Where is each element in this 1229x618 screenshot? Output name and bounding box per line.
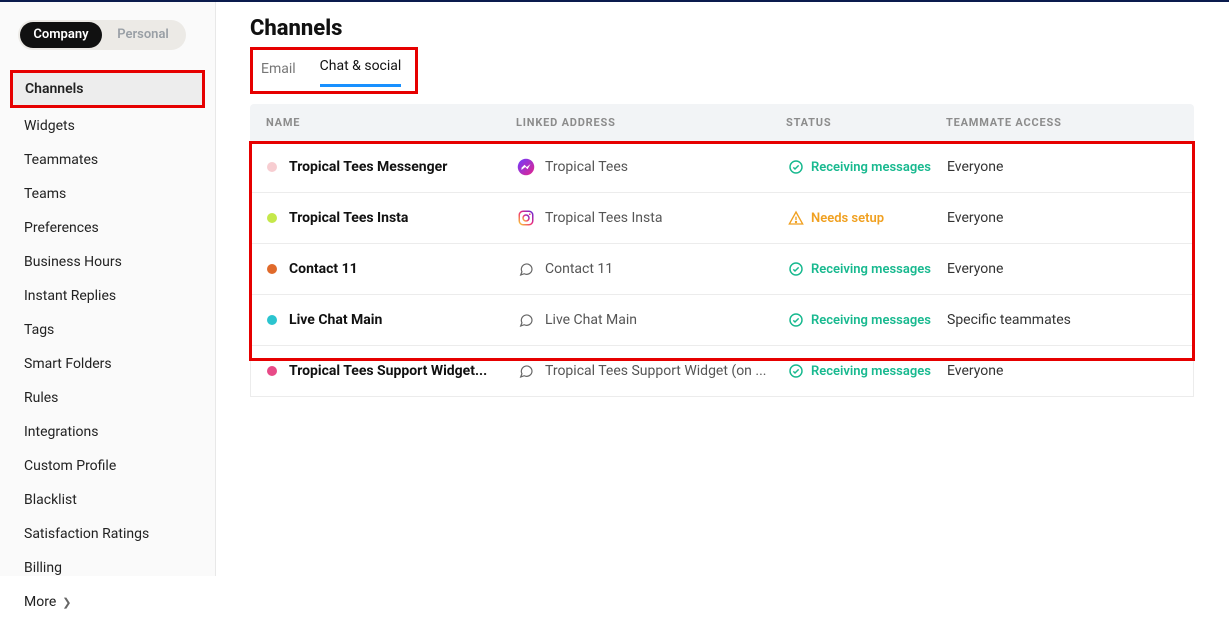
status-cell: Needs setup	[787, 209, 947, 227]
sidebar-item-preferences[interactable]: Preferences	[12, 212, 203, 244]
access-cell: Everyone	[947, 261, 1177, 277]
channel-name: Tropical Tees Messenger	[289, 159, 447, 175]
color-dot	[267, 213, 277, 223]
tab-email[interactable]: Email	[261, 61, 296, 87]
linked-cell: Tropical Tees Support Widget (on ...	[517, 362, 787, 380]
check-circle-icon	[787, 260, 805, 278]
linked-address: Tropical Tees Support Widget (on ...	[545, 363, 766, 379]
check-circle-icon	[787, 362, 805, 380]
access-cell: Everyone	[947, 210, 1177, 226]
tab-chat-social[interactable]: Chat & social	[320, 58, 402, 87]
status-cell: Receiving messages	[787, 362, 947, 380]
linked-address: Contact 11	[545, 261, 613, 277]
linked-cell: Tropical Tees	[517, 158, 787, 176]
status-text: Receiving messages	[811, 262, 931, 277]
sidebar-item-smart-folders[interactable]: Smart Folders	[12, 348, 203, 380]
tabs-highlight: Email Chat & social	[250, 47, 418, 94]
table-row[interactable]: Tropical Tees Messenger Tropical Tees Re…	[251, 141, 1193, 192]
page-title: Channels	[250, 16, 1201, 41]
sidebar-item-billing[interactable]: Billing	[12, 552, 203, 584]
access-cell: Everyone	[947, 363, 1177, 379]
status-cell: Receiving messages	[787, 158, 947, 176]
sidebar-item-rules[interactable]: Rules	[12, 382, 203, 414]
linked-cell: Contact 11	[517, 260, 787, 278]
channel-name: Tropical Tees Insta	[289, 210, 408, 226]
color-dot	[267, 162, 277, 172]
status-text: Receiving messages	[811, 364, 931, 379]
linked-address: Tropical Tees Insta	[545, 210, 662, 226]
col-name: NAME	[266, 116, 516, 129]
toggle-company[interactable]: Company	[20, 22, 102, 48]
col-status: STATUS	[786, 116, 946, 129]
col-access: TEAMMATE ACCESS	[946, 116, 1178, 129]
name-cell: Tropical Tees Support Widget...	[267, 363, 517, 379]
sidebar-item-channels[interactable]: Channels	[13, 73, 202, 105]
sidebar-item-label: More	[24, 594, 56, 610]
warning-triangle-icon	[787, 209, 805, 227]
access-cell: Everyone	[947, 159, 1177, 175]
chat-bubble-icon	[517, 362, 535, 380]
linked-cell: Live Chat Main	[517, 311, 787, 329]
color-dot	[267, 315, 277, 325]
status-cell: Receiving messages	[787, 260, 947, 278]
channels-table: NAME LINKED ADDRESS STATUS TEAMMATE ACCE…	[250, 104, 1194, 397]
color-dot	[267, 264, 277, 274]
table-row[interactable]: Contact 11 Contact 11 Receiving messages	[251, 243, 1193, 294]
table-row[interactable]: Live Chat Main Live Chat Main Receiving …	[251, 294, 1193, 345]
sidebar-item-more[interactable]: More ❯	[12, 586, 203, 618]
name-cell: Contact 11	[267, 261, 517, 277]
check-circle-icon	[787, 311, 805, 329]
sidebar-item-tags[interactable]: Tags	[12, 314, 203, 346]
status-text: Needs setup	[811, 211, 884, 226]
sidebar-item-satisfaction-ratings[interactable]: Satisfaction Ratings	[12, 518, 203, 550]
name-cell: Tropical Tees Insta	[267, 210, 517, 226]
linked-address: Live Chat Main	[545, 312, 637, 328]
col-linked: LINKED ADDRESS	[516, 116, 786, 129]
chevron-right-icon: ❯	[62, 596, 71, 609]
linked-address: Tropical Tees	[545, 159, 628, 175]
sidebar: Company Personal Channels Widgets Teamma…	[0, 2, 216, 576]
tabs: Email Chat & social	[253, 50, 415, 91]
name-cell: Live Chat Main	[267, 312, 517, 328]
status-text: Receiving messages	[811, 313, 931, 328]
sidebar-item-teams[interactable]: Teams	[12, 178, 203, 210]
name-cell: Tropical Tees Messenger	[267, 159, 517, 175]
chat-bubble-icon	[517, 260, 535, 278]
sidebar-item-integrations[interactable]: Integrations	[12, 416, 203, 448]
toggle-personal[interactable]: Personal	[102, 22, 184, 48]
sidebar-item-instant-replies[interactable]: Instant Replies	[12, 280, 203, 312]
channel-name: Contact 11	[289, 261, 358, 277]
status-cell: Receiving messages	[787, 311, 947, 329]
check-circle-icon	[787, 158, 805, 176]
table-row[interactable]: Tropical Tees Insta Tropical Tees Insta …	[251, 192, 1193, 243]
sidebar-item-custom-profile[interactable]: Custom Profile	[12, 450, 203, 482]
chat-bubble-icon	[517, 311, 535, 329]
sidebar-item-teammates[interactable]: Teammates	[12, 144, 203, 176]
color-dot	[267, 366, 277, 376]
status-text: Receiving messages	[811, 160, 931, 175]
instagram-icon	[517, 209, 535, 227]
linked-cell: Tropical Tees Insta	[517, 209, 787, 227]
messenger-icon	[517, 158, 535, 176]
table-body: Tropical Tees Messenger Tropical Tees Re…	[250, 141, 1194, 397]
scope-toggle: Company Personal	[18, 20, 186, 50]
sidebar-item-blacklist[interactable]: Blacklist	[12, 484, 203, 516]
sidebar-item-business-hours[interactable]: Business Hours	[12, 246, 203, 278]
sidebar-item-widgets[interactable]: Widgets	[12, 110, 203, 142]
access-cell: Specific teammates	[947, 312, 1177, 328]
table-header: NAME LINKED ADDRESS STATUS TEAMMATE ACCE…	[250, 104, 1194, 141]
channel-name: Live Chat Main	[289, 312, 382, 328]
channel-name: Tropical Tees Support Widget...	[289, 363, 487, 379]
table-row[interactable]: Tropical Tees Support Widget... Tropical…	[251, 345, 1193, 396]
main-content: Channels Email Chat & social NAME LINKED…	[216, 2, 1229, 576]
